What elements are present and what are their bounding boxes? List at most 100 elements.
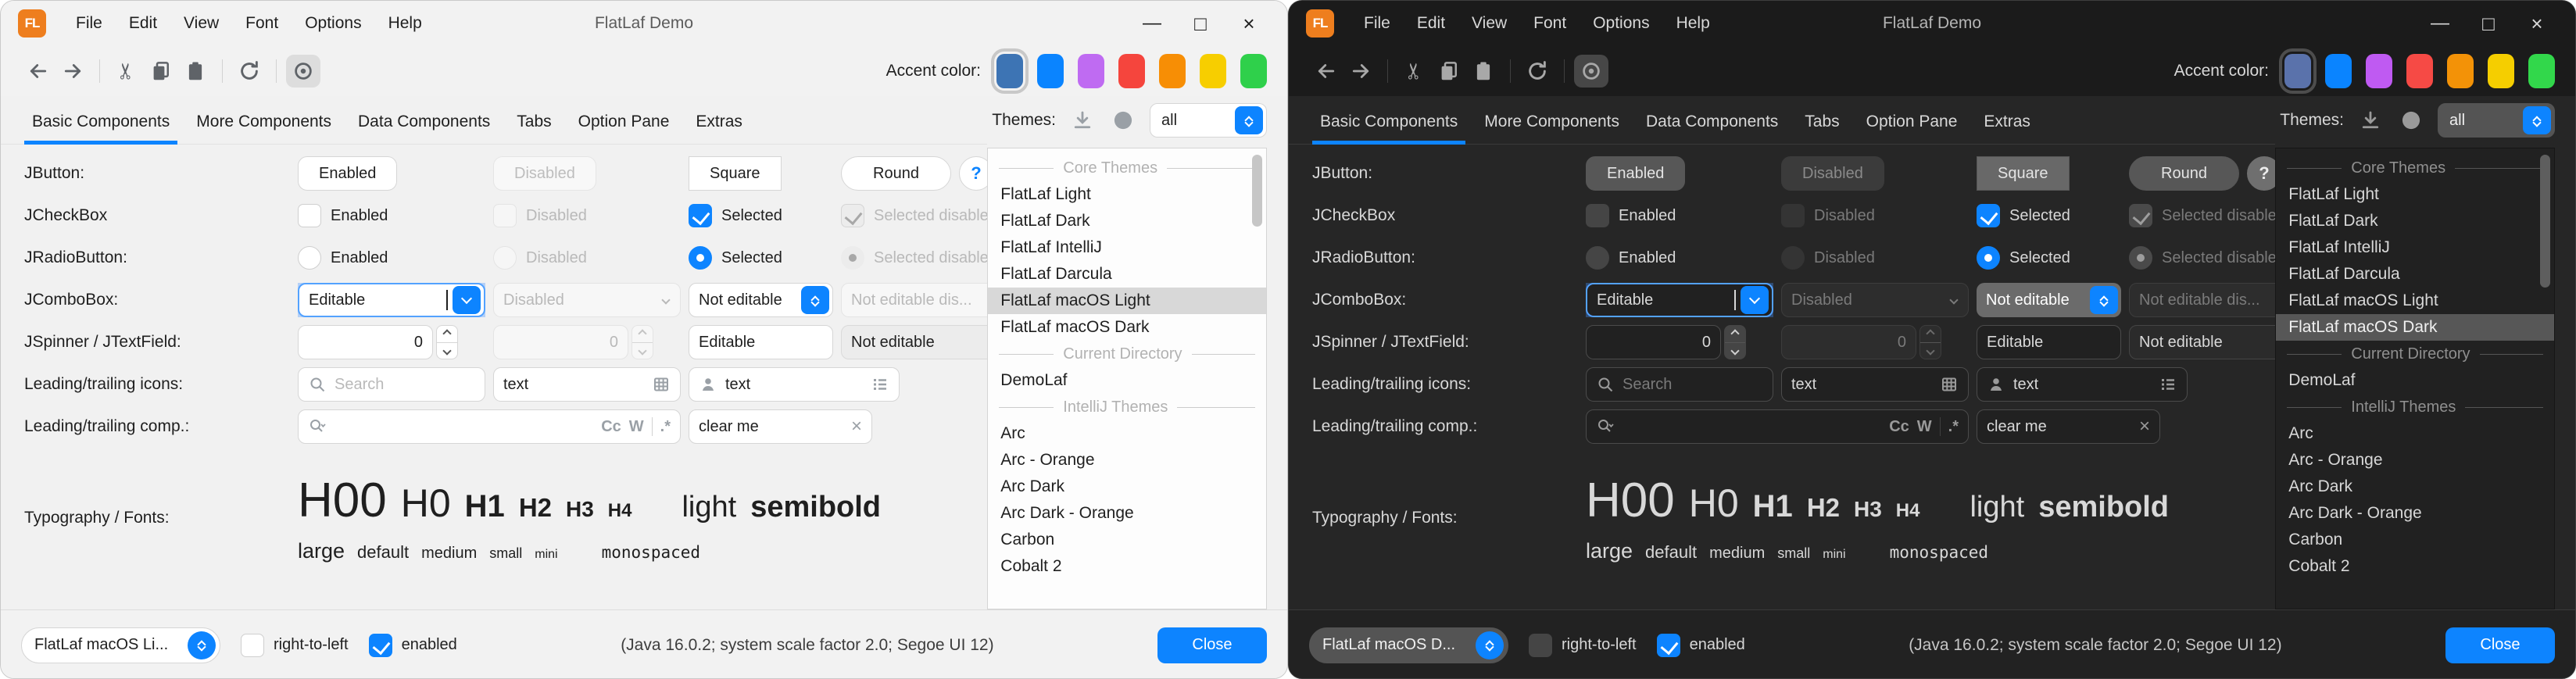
github-button[interactable]	[2397, 106, 2425, 134]
text-field-user-list-icons[interactable]: text	[689, 367, 900, 402]
text-field-table-icon[interactable]: text	[1781, 367, 1969, 402]
whole-word-button[interactable]: W	[1917, 418, 1932, 436]
editable-combobox[interactable]: Editable	[1586, 283, 1773, 317]
round-button[interactable]: Round	[841, 156, 951, 191]
show-hover-toggle[interactable]	[1574, 55, 1608, 88]
combobox-arrow-button[interactable]	[1741, 286, 1769, 314]
tab-tabs[interactable]: Tabs	[509, 113, 559, 144]
theme-item[interactable]: Arc Dark	[2276, 474, 2554, 500]
theme-item[interactable]: Arc	[988, 420, 1266, 447]
square-button[interactable]: Square	[689, 156, 782, 191]
accent-swatch-yellow[interactable]	[2488, 54, 2514, 88]
close-window-button[interactable]: ×	[1225, 5, 1273, 41]
search-options-input[interactable]: Cc W .*	[1586, 409, 1969, 444]
tab-more-components[interactable]: More Components	[188, 113, 339, 144]
spinner-value[interactable]: 0	[298, 325, 433, 359]
text-field-table-icon[interactable]: text	[493, 367, 681, 402]
editable-combobox[interactable]: Editable	[298, 283, 485, 317]
accent-swatch-green[interactable]	[2528, 54, 2555, 88]
enabled-button[interactable]: Enabled	[298, 156, 397, 191]
menu-options[interactable]: Options	[294, 9, 372, 38]
paste-button[interactable]	[1466, 55, 1501, 88]
match-case-button[interactable]: Cc	[1889, 418, 1909, 436]
menu-view[interactable]: View	[1461, 9, 1518, 38]
menu-help[interactable]: Help	[1665, 9, 1721, 38]
tab-option-pane[interactable]: Option Pane	[571, 113, 678, 144]
theme-item[interactable]: FlatLaf macOS Light	[2276, 288, 2554, 314]
tab-more-components[interactable]: More Components	[1476, 113, 1627, 144]
accent-swatch-default[interactable]	[2284, 54, 2311, 88]
checkbox-icon[interactable]	[241, 634, 264, 657]
checkbox-icon[interactable]	[1586, 204, 1609, 227]
checkbox-icon[interactable]	[298, 204, 321, 227]
theme-item[interactable]: FlatLaf IntelliJ	[988, 234, 1266, 261]
radio-selected[interactable]: Selected	[1977, 246, 2070, 270]
menu-edit[interactable]: Edit	[1406, 9, 1456, 38]
clearable-input[interactable]: clear me ×	[1977, 409, 2160, 444]
regex-button[interactable]: .*	[1948, 418, 1959, 436]
copy-button[interactable]	[144, 55, 178, 88]
clear-icon[interactable]: ×	[851, 416, 862, 438]
search-input[interactable]: Search	[298, 367, 485, 402]
look-and-feel-combobox[interactable]: FlatLaf macOS D...	[1309, 627, 1508, 663]
download-button[interactable]	[1068, 106, 1097, 134]
menu-file[interactable]: File	[65, 9, 113, 38]
spinner[interactable]: 0	[298, 325, 458, 359]
editable-textfield[interactable]: Editable	[1977, 325, 2121, 359]
theme-item[interactable]: FlatLaf Dark	[2276, 208, 2554, 234]
accent-swatch-default[interactable]	[996, 54, 1023, 88]
theme-item[interactable]: FlatLaf Dark	[988, 208, 1266, 234]
whole-word-button[interactable]: W	[629, 418, 644, 436]
theme-item[interactable]: Arc	[2276, 420, 2554, 447]
minimize-button[interactable]: —	[1128, 5, 1176, 41]
menu-options[interactable]: Options	[1582, 9, 1660, 38]
spinner-up-button[interactable]	[1725, 326, 1745, 343]
scrollbar-thumb[interactable]	[2540, 155, 2550, 288]
look-and-feel-combobox[interactable]: FlatLaf macOS Li...	[21, 627, 220, 663]
menu-font[interactable]: Font	[234, 9, 289, 38]
menu-view[interactable]: View	[173, 9, 230, 38]
accent-swatch-blue[interactable]	[2325, 54, 2352, 88]
accent-swatch-red[interactable]	[2406, 54, 2433, 88]
radio-icon[interactable]	[298, 246, 321, 270]
cut-button[interactable]: ✂	[109, 55, 144, 88]
tab-extras[interactable]: Extras	[688, 113, 750, 144]
accent-swatch-orange[interactable]	[2447, 54, 2474, 88]
spinner-value[interactable]: 0	[1586, 325, 1721, 359]
menu-font[interactable]: Font	[1522, 9, 1577, 38]
download-button[interactable]	[2356, 106, 2385, 134]
theme-item[interactable]: FlatLaf Darcula	[2276, 261, 2554, 288]
tab-basic-components[interactable]: Basic Components	[1312, 113, 1465, 144]
theme-item[interactable]: FlatLaf Light	[988, 181, 1266, 208]
square-button[interactable]: Square	[1977, 156, 2070, 191]
theme-item[interactable]: FlatLaf macOS Dark	[988, 314, 1266, 341]
theme-item[interactable]: Carbon	[988, 527, 1266, 553]
enabled-checkbox[interactable]: enabled	[1657, 634, 1745, 657]
close-button[interactable]: Close	[2445, 627, 2555, 663]
checkbox-checked-icon[interactable]	[1657, 634, 1680, 657]
combobox-spinner-button[interactable]	[1476, 631, 1504, 659]
menu-help[interactable]: Help	[377, 9, 433, 38]
radio-checked-icon[interactable]	[689, 246, 712, 270]
right-to-left-checkbox[interactable]: right-to-left	[1529, 634, 1637, 657]
accent-swatch-green[interactable]	[1240, 54, 1267, 88]
theme-item[interactable]: FlatLaf macOS Light	[988, 288, 1266, 314]
github-button[interactable]	[1109, 106, 1137, 134]
radio-icon[interactable]	[1586, 246, 1609, 270]
menu-edit[interactable]: Edit	[118, 9, 168, 38]
checkbox-enabled[interactable]: Enabled	[298, 204, 388, 227]
tab-data-components[interactable]: Data Components	[1638, 113, 1786, 144]
themes-filter-combobox[interactable]: all	[1150, 103, 1267, 138]
tab-basic-components[interactable]: Basic Components	[24, 113, 177, 144]
radio-selected[interactable]: Selected	[689, 246, 782, 270]
accent-swatch-blue[interactable]	[1037, 54, 1064, 88]
back-button[interactable]	[21, 55, 55, 88]
radio-enabled[interactable]: Enabled	[298, 246, 388, 270]
forward-button[interactable]	[55, 55, 90, 88]
forward-button[interactable]	[1343, 55, 1378, 88]
spinner[interactable]: 0	[1586, 325, 1746, 359]
accent-swatch-yellow[interactable]	[1200, 54, 1226, 88]
right-to-left-checkbox[interactable]: right-to-left	[241, 634, 349, 657]
checkbox-enabled[interactable]: Enabled	[1586, 204, 1676, 227]
refresh-button[interactable]	[1520, 55, 1555, 88]
